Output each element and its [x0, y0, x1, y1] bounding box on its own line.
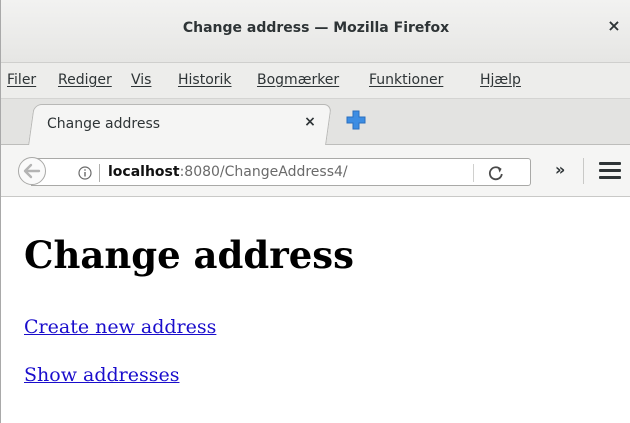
overflow-chevron-icon[interactable]: »	[555, 160, 565, 179]
new-tab-plus-icon[interactable]	[345, 109, 367, 131]
menu-item-bogmaerker[interactable]: Bogmærker	[257, 72, 339, 88]
show-addresses-link[interactable]: Show addresses	[24, 364, 179, 386]
menu-item-historik[interactable]: Historik	[178, 72, 232, 88]
reload-icon[interactable]	[487, 164, 505, 182]
page-heading: Change address	[24, 233, 354, 277]
url-host: localhost	[108, 164, 180, 180]
info-icon[interactable]	[78, 165, 92, 180]
toolbar-separator	[583, 158, 584, 184]
url-bar[interactable]: localhost:8080/ChangeAddress4/	[31, 158, 531, 186]
create-new-address-link[interactable]: Create new address	[24, 316, 216, 338]
back-button[interactable]	[18, 157, 46, 185]
reload-separator	[473, 164, 474, 182]
url-separator	[99, 164, 100, 182]
menu-item-funktioner[interactable]: Funktioner	[369, 72, 443, 88]
menu-item-hjaelp[interactable]: Hjælp	[480, 72, 521, 88]
page-content: Change address Create new address Show a…	[1, 197, 630, 423]
navigation-bar: localhost:8080/ChangeAddress4/ »	[1, 145, 630, 197]
menu-item-filer[interactable]: Filer	[7, 72, 36, 88]
menu-bar: Filer Rediger Vis Historik Bogmærker Fun…	[1, 63, 630, 99]
url-text[interactable]: localhost:8080/ChangeAddress4/	[108, 164, 348, 180]
menu-item-rediger[interactable]: Rediger	[58, 72, 112, 88]
tab-label: Change address	[47, 116, 161, 132]
menu-item-vis[interactable]: Vis	[131, 72, 151, 88]
back-arrow-icon	[23, 163, 41, 179]
hamburger-menu-icon[interactable]	[599, 162, 621, 180]
window-close-icon[interactable]: ×	[605, 17, 623, 35]
tab-change-address[interactable]: Change address ×	[47, 104, 317, 144]
window-title: Change address — Mozilla Firefox	[182, 20, 450, 36]
tab-strip: Change address ×	[1, 99, 630, 145]
title-bar[interactable]: Change address — Mozilla Firefox ×	[1, 0, 630, 63]
tab-close-icon[interactable]: ×	[302, 114, 318, 130]
browser-window: Change address — Mozilla Firefox × Filer…	[0, 0, 630, 423]
url-path: :8080/ChangeAddress4/	[179, 164, 348, 180]
